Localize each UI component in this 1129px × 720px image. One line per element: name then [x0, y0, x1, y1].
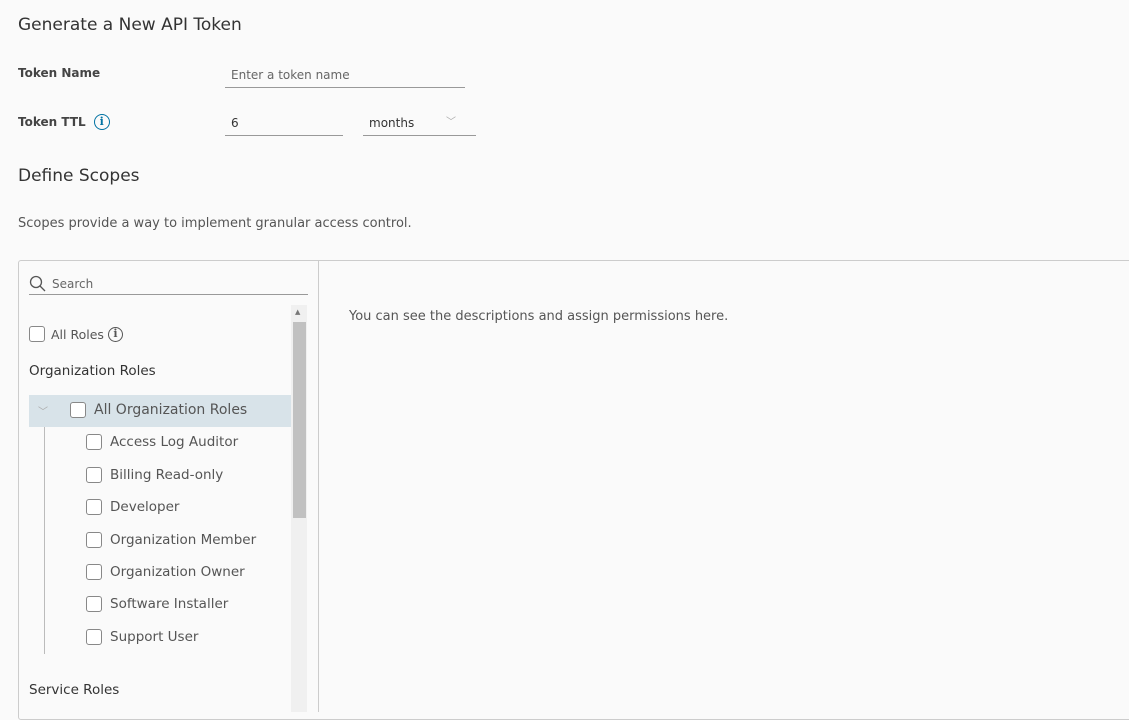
all-org-roles-item[interactable]: ﹀ All Organization Roles: [38, 402, 247, 418]
search-input[interactable]: [52, 276, 292, 291]
role-checkbox[interactable]: [86, 434, 102, 450]
role-checkbox[interactable]: [86, 629, 102, 645]
all-org-roles-checkbox[interactable]: [70, 402, 86, 418]
all-roles-checkbox[interactable]: [29, 326, 45, 342]
scopes-title: Define Scopes: [18, 166, 140, 186]
role-checkbox[interactable]: [86, 596, 102, 612]
tree-line: [44, 427, 45, 654]
all-roles-label: All Roles: [51, 326, 104, 342]
all-roles-item[interactable]: All Roles i: [29, 326, 123, 342]
info-icon[interactable]: i: [107, 326, 123, 342]
token-ttl-input[interactable]: [225, 115, 343, 136]
scrollbar-thumb[interactable]: [293, 322, 306, 518]
role-item[interactable]: Billing Read-only: [86, 467, 223, 483]
panel-divider: [318, 261, 319, 712]
ttl-unit-value: months: [369, 116, 415, 130]
role-checkbox[interactable]: [86, 467, 102, 483]
scopes-panel: [18, 260, 1129, 720]
role-label: Developer: [110, 499, 180, 515]
scrollbar[interactable]: ▲: [291, 305, 307, 712]
role-label: Organization Owner: [110, 564, 245, 580]
role-checkbox[interactable]: [86, 499, 102, 515]
search-field[interactable]: [29, 273, 308, 295]
role-item[interactable]: Developer: [86, 499, 179, 515]
role-label: Access Log Auditor: [110, 434, 239, 450]
role-item[interactable]: Software Installer: [86, 596, 228, 612]
role-label: Support User: [110, 629, 199, 645]
role-item[interactable]: Support User: [86, 629, 198, 645]
scroll-up-icon[interactable]: ▲: [295, 308, 300, 316]
role-label: Organization Member: [110, 532, 257, 548]
token-name-input[interactable]: [225, 67, 465, 88]
token-ttl-label: Token TTL: [18, 115, 86, 129]
detail-hint: You can see the descriptions and assign …: [349, 309, 729, 324]
role-checkbox[interactable]: [86, 564, 102, 580]
role-item[interactable]: Organization Owner: [86, 564, 245, 580]
ttl-unit-select[interactable]: months ﹀: [363, 115, 476, 136]
role-label: Software Installer: [110, 596, 229, 612]
chevron-down-icon: ﹀: [446, 117, 456, 128]
token-name-label: Token Name: [18, 66, 101, 80]
search-icon: [29, 275, 46, 292]
scopes-description: Scopes provide a way to implement granul…: [18, 216, 412, 231]
chevron-down-icon[interactable]: ﹀: [38, 403, 52, 418]
org-roles-heading: Organization Roles: [29, 363, 156, 379]
role-label: Billing Read-only: [110, 467, 224, 483]
role-item[interactable]: Organization Member: [86, 532, 256, 548]
info-icon[interactable]: i: [93, 114, 110, 130]
role-item[interactable]: Access Log Auditor: [86, 434, 238, 450]
role-checkbox[interactable]: [86, 532, 102, 548]
page-title: Generate a New API Token: [18, 15, 242, 35]
all-org-roles-label: All Organization Roles: [94, 402, 248, 418]
service-roles-heading: Service Roles: [29, 682, 120, 698]
